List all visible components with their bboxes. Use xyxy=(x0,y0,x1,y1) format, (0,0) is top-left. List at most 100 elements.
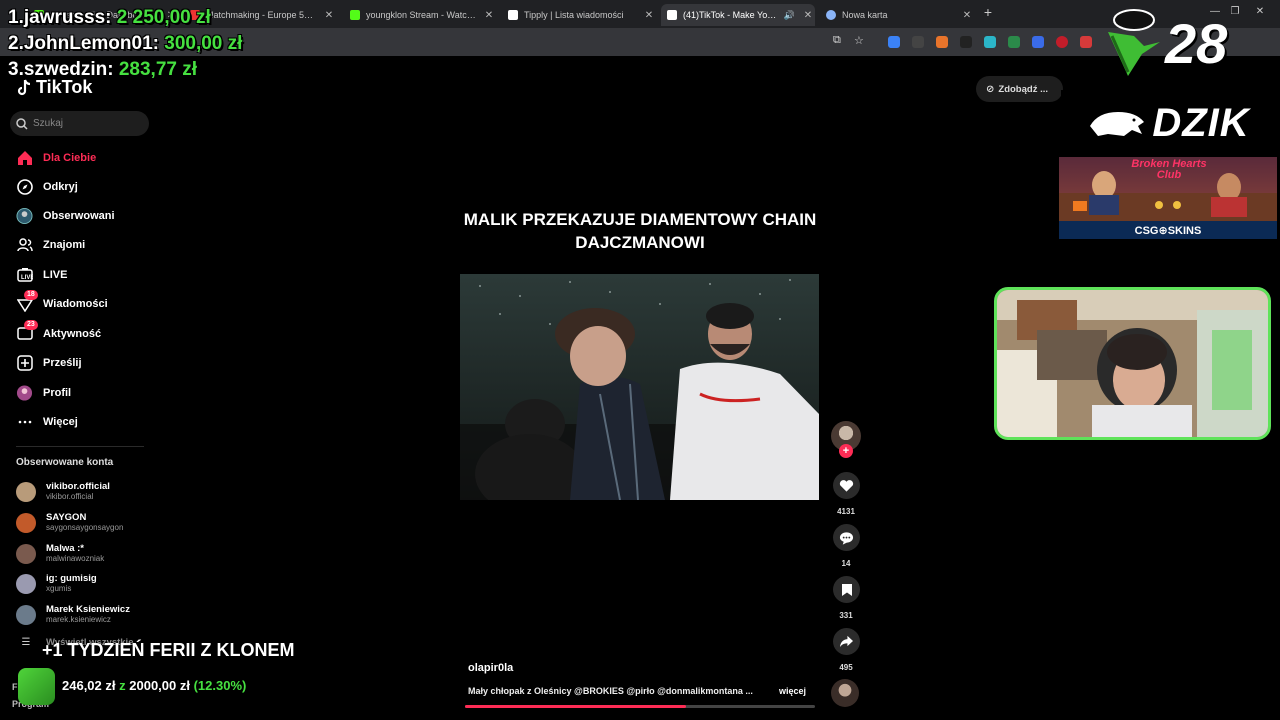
footer-link[interactable]: F xyxy=(12,682,18,692)
account-handle: marek.ksieniewicz xyxy=(46,615,111,624)
account-handle: vikibor.official xyxy=(46,492,94,501)
upload-icon xyxy=(16,355,33,372)
extension-icon[interactable] xyxy=(1080,36,1092,48)
tiktok-logo-text: TikTok xyxy=(36,77,93,97)
streamer-logo-icon xyxy=(1108,9,1160,76)
follow-button[interactable]: + xyxy=(839,444,853,458)
like-button[interactable] xyxy=(833,472,860,499)
video-description: Mały chłopak z Oleśnicy @BROKIES @pirło … xyxy=(468,686,753,696)
followed-account[interactable]: Marek Ksieniewicz marek.ksieniewicz xyxy=(16,604,130,625)
account-name: ig: gumisig xyxy=(46,573,97,584)
nav-item-activity[interactable]: 23 Aktywność xyxy=(16,319,102,344)
tab-close-icon[interactable]: ✕ xyxy=(482,10,496,21)
video-progress-bar[interactable] xyxy=(465,705,815,708)
more-button[interactable]: więcej xyxy=(779,686,806,696)
account-handle: malwinawozniak xyxy=(46,554,105,563)
install-app-icon[interactable]: ⧉ xyxy=(833,34,841,47)
nav-item-following[interactable]: Obserwowani xyxy=(16,206,115,226)
more-icon xyxy=(16,414,33,431)
nav-item-upload[interactable]: Prześlij xyxy=(16,353,82,373)
friends-icon xyxy=(16,237,33,254)
window-close-button[interactable]: ✕ xyxy=(1250,6,1270,17)
nav-item-messages[interactable]: 18 Wiadomości xyxy=(16,289,108,314)
followed-accounts-title: Obserwowane konta xyxy=(16,457,114,468)
tiktok-note-icon xyxy=(17,79,31,95)
extension-icon[interactable] xyxy=(984,36,996,48)
leaderboard-name: 1.jawrusss: xyxy=(8,7,112,28)
tab-label: (41)TikTok - Make Your Day xyxy=(683,10,778,20)
share-button[interactable] xyxy=(833,628,860,655)
goal-icon xyxy=(18,668,55,705)
nav-label: LIVE xyxy=(43,269,68,281)
followed-account[interactable]: SAYGON saygonsaygonsaygon xyxy=(16,512,123,533)
ad-banner: Broken Hearts Club CSG⊕SKINS xyxy=(1059,157,1277,239)
goal-current: 246,02 zł xyxy=(62,678,116,693)
video-author[interactable]: olapir0la xyxy=(468,662,513,674)
nav-label: Odkryj xyxy=(43,181,78,193)
speaker-icon[interactable]: 🔊 xyxy=(784,10,795,21)
browser-tab[interactable]: Nowa karta ✕ xyxy=(820,4,974,26)
nav-label: Profil xyxy=(43,387,72,399)
nav-item-friends[interactable]: Znajomi xyxy=(16,235,85,255)
sound-avatar[interactable] xyxy=(831,679,859,707)
avatar xyxy=(16,481,36,502)
subscriber-counter: 28 xyxy=(1165,12,1228,75)
search-placeholder: Szukaj xyxy=(33,118,64,129)
search-input[interactable]: Szukaj xyxy=(10,111,149,136)
profile-icon xyxy=(16,385,33,402)
sponsor-banner: DZIK xyxy=(1061,90,1277,156)
boar-icon xyxy=(1090,112,1145,136)
followed-account[interactable]: ig: gumisig xgumis xyxy=(16,573,97,594)
account-name: Marek Ksieniewicz xyxy=(46,604,130,615)
browser-tab[interactable]: Tipply | Lista wiadomości ✕ xyxy=(502,4,656,26)
leaderboard-amount: 2 250,00 zł xyxy=(116,7,211,28)
extension-icon[interactable] xyxy=(1032,36,1044,48)
ad-illustration xyxy=(1059,171,1277,221)
leaderboard-amount: 300,00 zł xyxy=(164,33,243,54)
tab-close-icon[interactable]: ✕ xyxy=(642,10,656,21)
browser-tab[interactable]: youngklon Stream - Watch Live ✕ xyxy=(344,4,496,26)
nav-item-more[interactable]: Więcej xyxy=(16,412,78,432)
extension-icon[interactable] xyxy=(1008,36,1020,48)
extension-icon[interactable] xyxy=(888,36,900,48)
webcam-feed xyxy=(997,290,1268,437)
new-tab-button[interactable]: + xyxy=(978,4,998,20)
browser-tab-active[interactable]: (41)TikTok - Make Your Day 🔊 ✕ xyxy=(661,4,815,26)
tipply-favicon-icon xyxy=(508,10,518,20)
video-caption: MALIK PRZEKAZUJE DIAMENTOWY CHAIN DAJCZM… xyxy=(463,210,817,252)
comment-button[interactable] xyxy=(833,524,860,551)
video-player[interactable] xyxy=(460,274,819,500)
coin-icon: ⊘ xyxy=(986,83,995,95)
tab-close-icon[interactable]: ✕ xyxy=(801,10,815,21)
get-coins-button[interactable]: ⊘ Zdobądź ... xyxy=(976,76,1063,102)
share-arrow-icon xyxy=(840,635,853,648)
list-icon: ☰ xyxy=(21,637,31,648)
maximize-button[interactable]: ❐ xyxy=(1225,6,1245,17)
extension-icon[interactable] xyxy=(912,36,924,48)
extension-icon[interactable] xyxy=(936,36,948,48)
nav-label: Aktywność xyxy=(43,328,102,340)
nav-item-explore[interactable]: Odkryj xyxy=(16,177,78,197)
leaderboard-name: 2.JohnLemon01: xyxy=(8,33,159,54)
tiktok-logo[interactable]: TikTok xyxy=(16,77,92,98)
followed-account[interactable]: vikibor.official vikibor.official xyxy=(16,481,110,502)
followed-account[interactable]: Malwa :* malwinawozniak xyxy=(16,543,104,564)
leaderboard-amount: 283,77 zł xyxy=(118,59,198,80)
nav-label: Obserwowani xyxy=(43,210,115,222)
bookmark-star-icon[interactable]: ☆ xyxy=(854,34,864,47)
tab-close-icon[interactable]: ✕ xyxy=(960,10,974,21)
extension-icon[interactable] xyxy=(960,36,972,48)
nav-item-profile[interactable]: Profil xyxy=(16,383,71,403)
avatar xyxy=(16,573,36,594)
tab-label: Nowa karta xyxy=(842,10,888,20)
heart-icon xyxy=(839,479,854,492)
tab-label: Matchmaking - Europe 5v5 Quick xyxy=(206,10,316,20)
save-button[interactable] xyxy=(833,576,860,603)
nav-item-for-you[interactable]: Dla Ciebie xyxy=(16,148,96,168)
nav-label: Dla Ciebie xyxy=(43,152,97,164)
nav-item-live[interactable]: LIVE LIVE xyxy=(16,265,67,285)
avatar xyxy=(16,604,36,625)
extension-icon[interactable] xyxy=(1056,36,1068,48)
notification-badge: 23 xyxy=(24,319,38,330)
tab-close-icon[interactable]: ✕ xyxy=(322,10,336,21)
